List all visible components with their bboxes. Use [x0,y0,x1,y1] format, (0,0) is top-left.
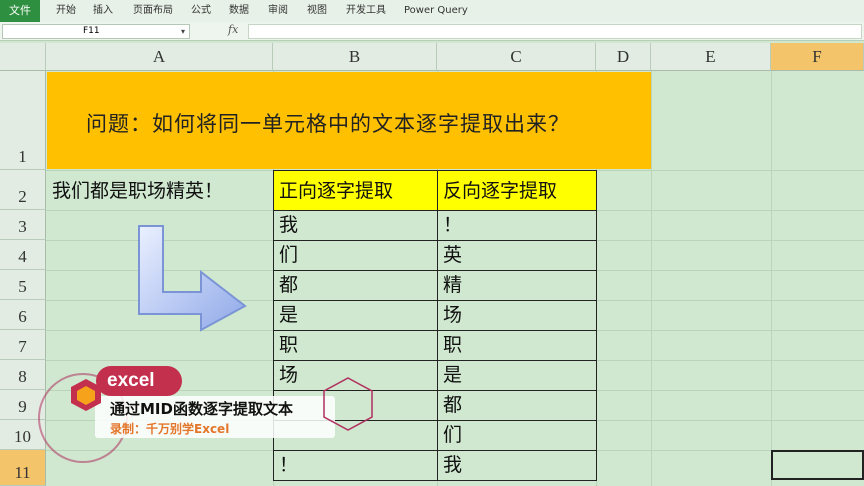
table-cell-reverse[interactable]: 场 [437,300,597,331]
column-header-d[interactable]: D [596,43,651,71]
row-header-6[interactable]: 6 [0,300,46,330]
gridline [771,71,772,486]
table-cell-reverse[interactable]: 们 [437,420,597,451]
column-header-e[interactable]: E [651,43,771,71]
table-cell-reverse[interactable]: ！ [437,210,597,241]
table-cell-forward[interactable]: 我 [273,210,438,241]
tab-formulas[interactable]: 公式 [191,0,211,22]
table-cell-reverse[interactable]: 英 [437,240,597,271]
column-header-b[interactable]: B [273,43,437,71]
row-header-11[interactable]: 11 [0,450,46,486]
table-cell-forward[interactable]: 职 [273,330,438,361]
function-icon[interactable]: fx [228,23,238,36]
tab-file[interactable]: 文件 [0,0,40,22]
row-header-5[interactable]: 5 [0,270,46,300]
name-box-value: F11 [83,26,100,36]
overlay-credit: 录制：千万别学Excel [110,422,230,436]
column-header-a[interactable]: A [46,43,273,71]
select-all-corner[interactable] [0,43,46,71]
page-title: 问题：如何将同一单元格中的文本逐字提取出来？ [86,112,570,136]
table-cell-forward[interactable]: 是 [273,300,438,331]
tab-power-query[interactable]: Power Query [404,0,468,22]
table-cell-reverse[interactable]: 我 [437,450,597,481]
table-header-forward[interactable]: 正向逐字提取 [273,170,438,211]
row-header-8[interactable]: 8 [0,360,46,390]
table-cell-forward[interactable]: 都 [273,270,438,301]
row-header-3[interactable]: 3 [0,210,46,240]
table-cell-reverse[interactable]: 精 [437,270,597,301]
tab-page-layout[interactable]: 页面布局 [133,0,173,22]
formula-bar: F11 ▾ fx [0,22,864,41]
hexagon-outline-icon [323,377,373,431]
tab-insert[interactable]: 插入 [93,0,113,22]
tab-review[interactable]: 审阅 [268,0,288,22]
selected-cell-f11[interactable] [771,450,864,480]
table-header-reverse[interactable]: 反向逐字提取 [437,170,597,211]
table-cell-forward[interactable]: 们 [273,240,438,271]
tab-home[interactable]: 开始 [56,0,76,22]
overlay-title: 通过MID函数逐字提取文本 [110,400,293,418]
row-header-4[interactable]: 4 [0,240,46,270]
row-header-7[interactable]: 7 [0,330,46,360]
tab-developer[interactable]: 开发工具 [346,0,386,22]
row-header-2[interactable]: 2 [0,170,46,210]
column-header-c[interactable]: C [437,43,596,71]
row-header-1[interactable]: 1 [0,71,46,170]
cell-a2-source-text[interactable]: 我们都是职场精英！ [52,176,223,203]
table-cell-reverse[interactable]: 职 [437,330,597,361]
chevron-down-icon[interactable]: ▾ [181,25,185,38]
overlay-brand: excel [107,370,155,391]
formula-input[interactable] [248,24,862,39]
table-cell-reverse[interactable]: 都 [437,390,597,421]
name-box[interactable]: F11 ▾ [2,24,190,39]
hexagon-logo-icon [71,379,101,411]
table-cell-reverse[interactable]: 是 [437,360,597,391]
tab-view[interactable]: 视图 [307,0,327,22]
column-header-f[interactable]: F [771,43,864,71]
table-cell-forward[interactable]: ！ [273,450,438,481]
arrow-icon [138,225,247,332]
gridline [651,71,652,486]
tab-data[interactable]: 数据 [229,0,249,22]
ribbon-tabs: 文件 开始 插入 页面布局 公式 数据 审阅 视图 开发工具 Power Que… [0,0,864,23]
